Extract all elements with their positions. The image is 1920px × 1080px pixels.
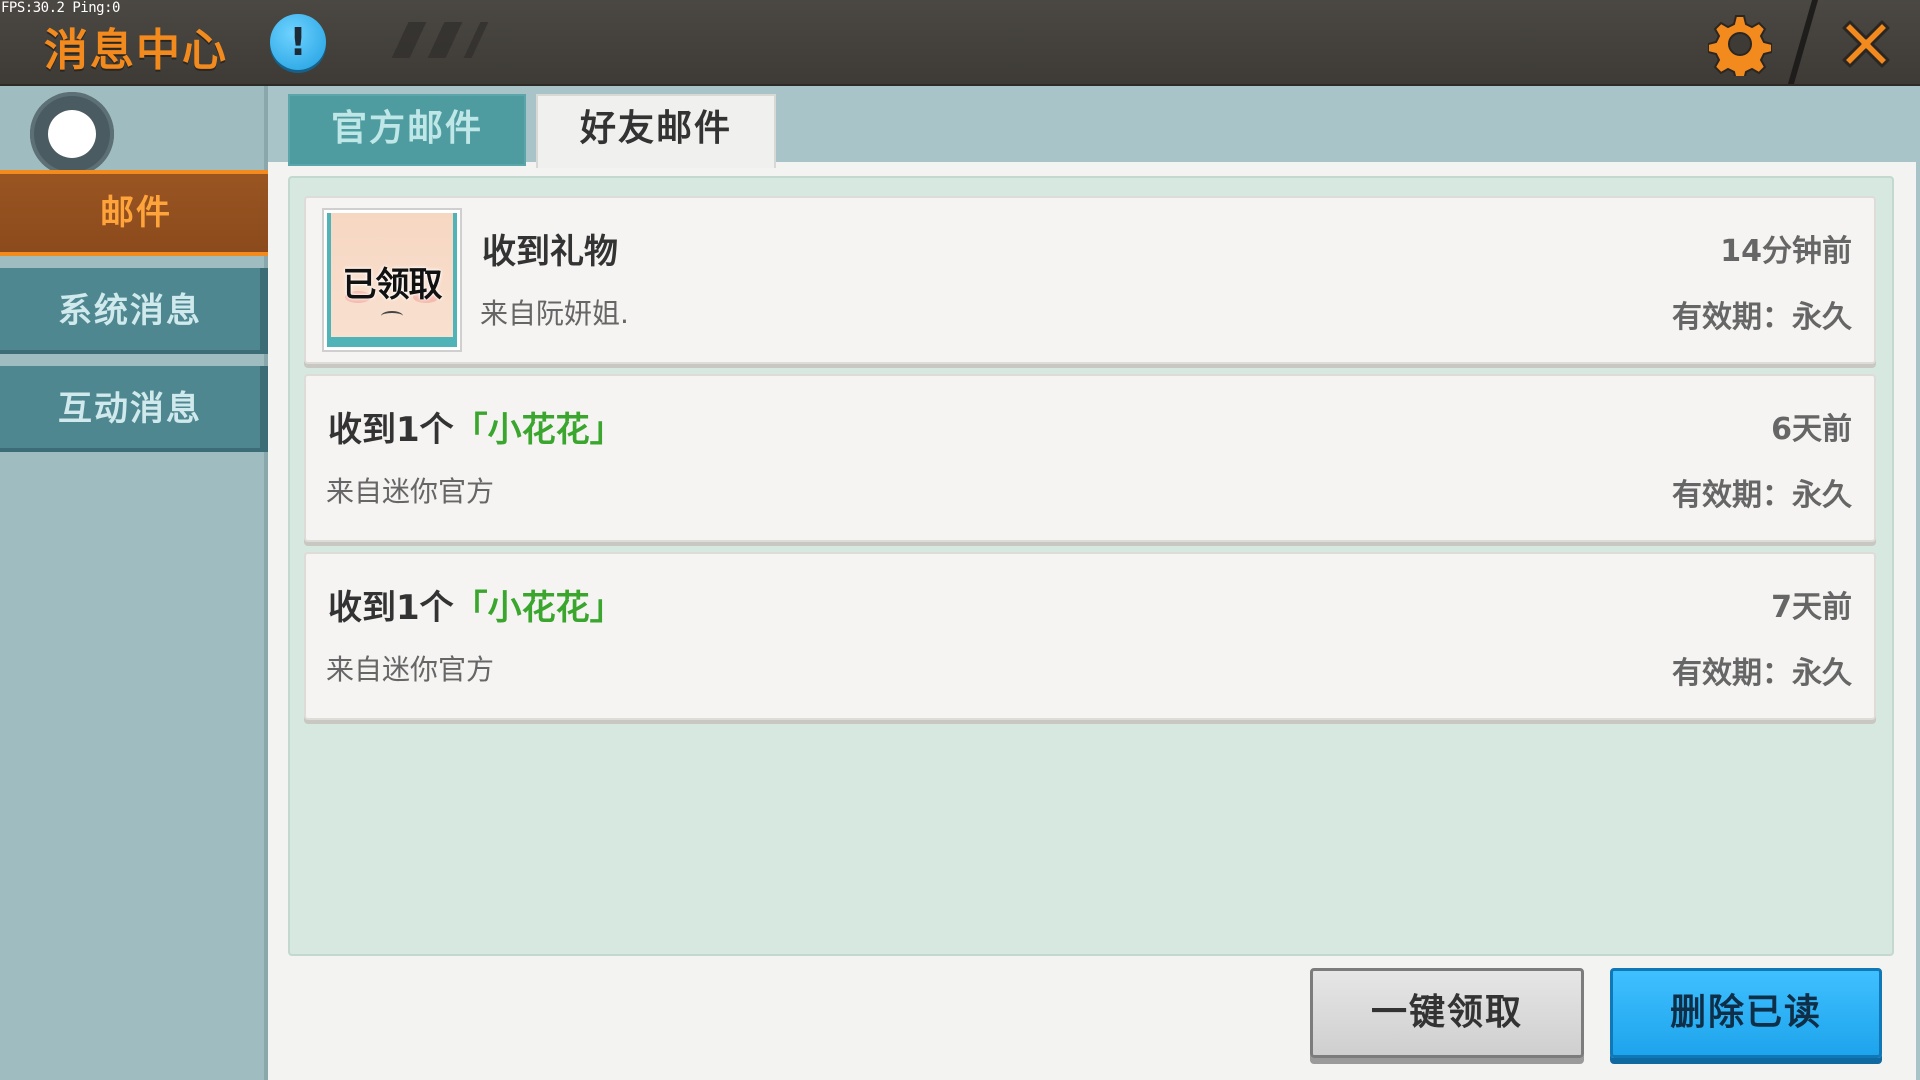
mail-item-name: 「小花花」 [453,410,624,450]
page-title: 消息中心 [44,25,228,76]
header-stripe-decoration [391,22,489,58]
exclamation-icon[interactable]: ! [270,14,326,70]
mail-item-name: 「小花花」 [453,588,624,628]
message-center-window: FPS:30.2 Ping:0 消息中心 ! 邮件 系统消息 互动消息 已领取 … [0,0,1920,1080]
mail-sender: 来自迷你官方 [326,475,495,508]
mail-sender: 来自阮妍姐. [480,297,629,330]
header-divider [1787,0,1819,84]
mail-time: 14分钟前 [1720,234,1852,269]
tab-official-mail[interactable]: 官方邮件 [288,94,526,166]
list-item[interactable]: 收到1个「小花花」 来自迷你官方 7天前 有效期：永久 [304,552,1876,720]
gift-thumbnail: 已领取 [324,210,460,350]
mail-title: 收到1个「小花花」 [328,580,624,629]
mail-title: 收到礼物 [482,232,618,272]
avatar-dot [48,110,96,158]
list-item[interactable]: 收到1个「小花花」 来自迷你官方 6天前 有效期：永久 [304,374,1876,542]
mail-title-prefix: 收到1个 [328,410,454,450]
mail-sender: 来自迷你官方 [326,653,495,686]
mail-time: 7天前 [1771,590,1852,625]
tab-friend-mail[interactable]: 好友邮件 [536,94,776,168]
sidebar-item-interaction-messages[interactable]: 互动消息 [0,366,268,452]
list-item[interactable]: 已领取 收到礼物 来自阮妍姐. 14分钟前 有效期：永久 [304,196,1876,364]
claimed-stamp: 已领取 [342,265,443,305]
mail-validity: 有效期：永久 [1672,300,1852,335]
main-panel: 已领取 收到礼物 来自阮妍姐. 14分钟前 有效期：永久 收到1个「小花花」 来… [268,162,1916,1080]
mail-validity: 有效期：永久 [1672,478,1852,513]
gear-icon[interactable] [1707,12,1773,81]
sidebar-item-system-messages[interactable]: 系统消息 [0,268,268,354]
mail-validity: 有效期：永久 [1672,656,1852,691]
claim-all-button[interactable]: 一键领取 [1310,968,1584,1058]
profile-dot-icon[interactable] [30,92,114,176]
mail-title: 收到1个「小花花」 [328,402,624,451]
mail-title-prefix: 收到1个 [328,588,454,628]
sidebar-item-mail[interactable]: 邮件 [0,170,278,256]
mouth [381,311,403,321]
mail-time: 6天前 [1771,412,1852,447]
delete-read-button[interactable]: 删除已读 [1610,968,1882,1058]
header-bar: FPS:30.2 Ping:0 消息中心 ! [0,0,1920,86]
close-icon[interactable] [1836,14,1896,74]
mail-list[interactable]: 已领取 收到礼物 来自阮妍姐. 14分钟前 有效期：永久 收到1个「小花花」 来… [288,176,1894,956]
